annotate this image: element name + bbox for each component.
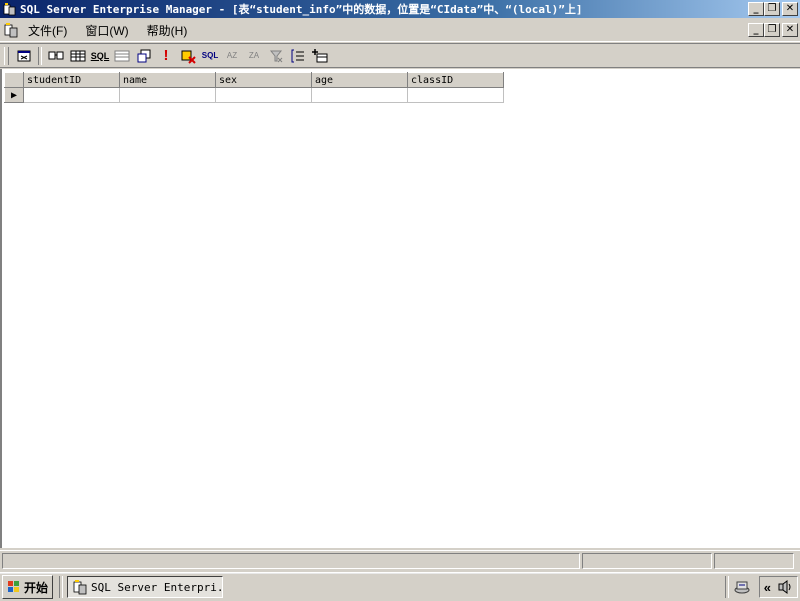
show-sql-pane-button[interactable]: SQL (89, 46, 111, 66)
column-header-age[interactable]: age (311, 72, 408, 88)
sql-server-agent-tray-icon[interactable] (733, 578, 751, 596)
window-title: SQL Server Enterprise Manager - [表“stude… (20, 3, 583, 16)
show-grid-pane-button[interactable] (67, 46, 89, 66)
show-diagram-pane-button[interactable] (45, 46, 67, 66)
menu-file[interactable]: 文件(F) (23, 22, 76, 39)
toolbar-grip[interactable] (4, 46, 9, 65)
verify-sql-icon: SQL (201, 51, 219, 60)
column-header-studentid[interactable]: studentID (23, 72, 120, 88)
sort-descending-button[interactable]: ZA (243, 46, 265, 66)
system-tray: « (758, 576, 798, 598)
sort-ascending-button[interactable]: AZ (221, 46, 243, 66)
show-grid-pane-icon (70, 50, 86, 61)
title-bar: SQL Server Enterprise Manager - [表“stude… (0, 0, 800, 18)
status-bar (0, 550, 800, 571)
doc-close-button[interactable]: ✕ (782, 23, 798, 37)
grid-cell-name[interactable] (119, 87, 216, 103)
properties-icon (17, 50, 31, 61)
window-caption-buttons: _ ❐ ✕ (748, 2, 798, 16)
minimize-button[interactable]: _ (748, 2, 764, 16)
data-grid: studentID name sex age classID ▶ (4, 72, 504, 103)
verify-sql-button[interactable]: SQL (199, 46, 221, 66)
properties-button[interactable] (13, 46, 35, 66)
close-button[interactable]: ✕ (782, 2, 798, 16)
enterprise-manager-icon (73, 580, 87, 595)
close-icon: ✕ (785, 24, 795, 35)
grid-header-row: studentID name sex age classID (4, 72, 504, 88)
close-icon: ✕ (785, 3, 795, 14)
add-table-button[interactable] (309, 46, 331, 66)
group-by-button[interactable] (287, 46, 309, 66)
minimize-icon: _ (753, 24, 759, 35)
restore-icon: ❐ (767, 24, 777, 35)
run-icon: ! (163, 47, 169, 64)
grid-cell-classid[interactable] (407, 87, 504, 103)
table-row: ▶ (4, 87, 504, 103)
cancel-query-icon (181, 50, 196, 64)
menu-help[interactable]: 帮助(H) (138, 22, 197, 39)
change-query-type-button[interactable] (133, 46, 155, 66)
volume-icon[interactable] (777, 579, 793, 595)
document-caption-buttons: _ ❐ ✕ (748, 23, 798, 37)
current-row-icon: ▶ (10, 89, 18, 101)
taskbar-item-enterprise-manager[interactable]: SQL Server Enterpri... (67, 576, 224, 598)
taskbar: 开始 SQL Server Enterpri... « (0, 572, 800, 601)
start-button[interactable]: 开始 (2, 575, 54, 599)
menu-bar: 文件(F) 窗口(W) 帮助(H) _ ❐ ✕ (0, 19, 800, 42)
start-label: 开始 (24, 580, 49, 595)
column-header-classid[interactable]: classID (407, 72, 504, 88)
toolbar-separator (38, 46, 42, 65)
sort-ascending-icon: AZ (226, 51, 238, 60)
run-button[interactable]: ! (155, 46, 177, 66)
tray-expand-icon[interactable]: « (764, 580, 771, 595)
document-window-icon[interactable] (3, 22, 19, 38)
grid-cell-studentid[interactable] (23, 87, 120, 103)
status-panel-secondary (582, 553, 712, 569)
results-pane: studentID name sex age classID ▶ (0, 69, 800, 548)
doc-minimize-button[interactable]: _ (748, 23, 764, 37)
show-results-pane-button[interactable] (111, 46, 133, 66)
windows-logo-icon (8, 581, 19, 592)
status-panel-main (2, 553, 580, 569)
minimize-icon: _ (753, 3, 759, 14)
grid-cell-sex[interactable] (215, 87, 312, 103)
add-table-icon (312, 48, 328, 62)
cancel-query-button[interactable] (177, 46, 199, 66)
remove-filter-button[interactable] (265, 46, 287, 66)
restore-icon: ❐ (767, 3, 777, 14)
taskbar-separator (59, 576, 64, 598)
tray-separator (724, 576, 729, 598)
show-sql-pane-icon: SQL (90, 50, 110, 61)
show-results-pane-icon (114, 50, 130, 61)
status-panel-tertiary (714, 553, 794, 569)
group-by-icon (291, 49, 304, 62)
taskbar-item-label: SQL Server Enterpri... (91, 580, 224, 594)
grid-corner[interactable] (4, 72, 24, 88)
sort-descending-icon: ZA (248, 51, 260, 60)
change-query-type-icon (137, 49, 151, 62)
column-header-name[interactable]: name (119, 72, 216, 88)
doc-restore-button[interactable]: ❐ (764, 23, 780, 37)
column-header-sex[interactable]: sex (215, 72, 312, 88)
menu-window[interactable]: 窗口(W) (76, 22, 137, 39)
show-diagram-pane-icon (48, 51, 64, 59)
remove-filter-icon (269, 50, 283, 62)
enterprise-manager-icon (3, 3, 16, 16)
query-toolbar: SQL ! SQL AZ ZA (0, 43, 800, 68)
row-selector[interactable]: ▶ (4, 87, 24, 103)
restore-button[interactable]: ❐ (764, 2, 780, 16)
grid-cell-age[interactable] (311, 87, 408, 103)
